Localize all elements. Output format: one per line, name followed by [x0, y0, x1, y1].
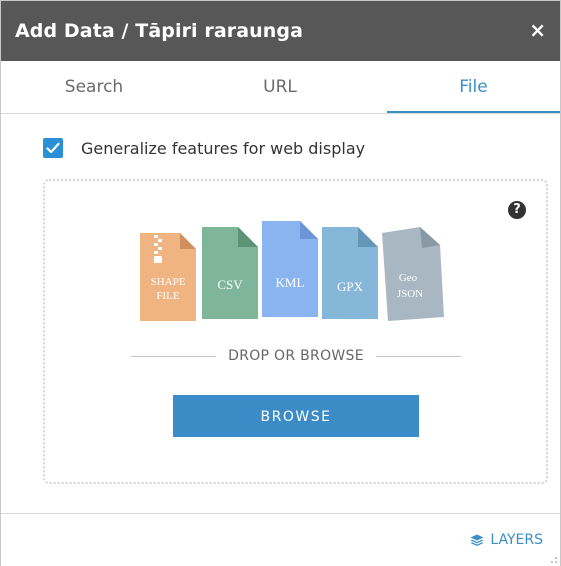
- geojson-label-line2: JSON: [397, 288, 423, 300]
- panel-title: Add Data / Tāpiri raraunga: [15, 20, 304, 42]
- checkmark-icon: [46, 142, 60, 154]
- layers-label: LAYERS: [490, 532, 543, 548]
- kml-doc-icon: KML: [262, 221, 318, 317]
- csv-label: CSV: [217, 277, 243, 292]
- add-data-panel: Add Data / Tāpiri raraunga × Search URL …: [0, 0, 561, 566]
- geojson-label-line1: Geo: [399, 272, 418, 284]
- kml-label: KML: [276, 275, 305, 290]
- panel-footer: LAYERS: [1, 513, 560, 566]
- layers-link[interactable]: LAYERS: [470, 532, 543, 548]
- tab-search[interactable]: Search: [1, 61, 187, 113]
- csv-doc-icon: CSV: [202, 227, 258, 319]
- help-icon[interactable]: ?: [508, 201, 526, 219]
- file-drop-zone[interactable]: ? SHAPE FILE CSV KML GPX Geo JSON DROP O…: [43, 179, 548, 484]
- drop-or-browse-text: DROP OR BROWSE: [228, 348, 364, 364]
- file-types-graphic: SHAPE FILE CSV KML GPX Geo JSON: [140, 221, 444, 321]
- tab-bar: Search URL File: [1, 61, 560, 114]
- shapefile-label-line2: FILE: [156, 290, 180, 302]
- close-icon[interactable]: ×: [529, 18, 546, 42]
- generalize-option[interactable]: Generalize features for web display: [43, 138, 365, 158]
- shapefile-doc-icon: SHAPE FILE: [140, 233, 196, 321]
- divider-line-right: [375, 355, 461, 357]
- panel-titlebar: Add Data / Tāpiri raraunga ×: [1, 1, 560, 61]
- tab-url[interactable]: URL: [187, 61, 373, 113]
- geojson-doc-icon: Geo JSON: [382, 227, 444, 321]
- gpx-doc-icon: GPX: [322, 227, 378, 319]
- generalize-label: Generalize features for web display: [81, 138, 366, 158]
- gpx-label: GPX: [337, 279, 364, 294]
- resize-grip-icon[interactable]: [550, 556, 558, 564]
- layers-icon: [470, 534, 484, 546]
- drop-or-browse-divider: DROP OR BROWSE: [131, 346, 461, 366]
- divider-line-left: [131, 355, 217, 357]
- shapefile-label-line1: SHAPE: [151, 276, 186, 288]
- browse-button[interactable]: BROWSE: [173, 395, 419, 437]
- generalize-checkbox[interactable]: [43, 138, 63, 158]
- tab-file[interactable]: File: [387, 61, 560, 113]
